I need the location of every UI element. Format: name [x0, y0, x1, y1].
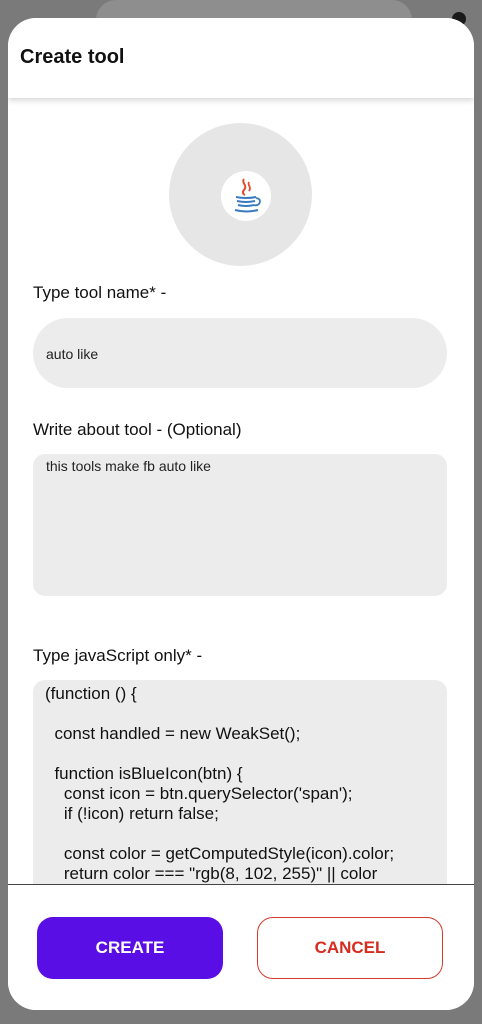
about-tool-label: Write about tool - (Optional): [33, 420, 242, 439]
tool-name-input[interactable]: auto like: [33, 318, 447, 388]
dialog-title: Create tool: [20, 46, 125, 68]
cancel-button[interactable]: CANCEL: [257, 917, 443, 979]
javascript-code-text: (function () { const handled = new WeakS…: [45, 684, 395, 883]
dialog-footer: CREATE CANCEL: [8, 884, 474, 1010]
dialog-header: Create tool: [8, 18, 474, 98]
about-tool-textarea[interactable]: this tools make fb auto like: [33, 454, 447, 596]
create-tool-dialog: Create tool Type tool name* - auto like: [8, 18, 474, 1010]
tool-name-label: Type tool name* -: [33, 283, 167, 302]
java-coffee-cup-icon: [221, 171, 271, 221]
javascript-label: Type javaScript only* -: [33, 646, 203, 665]
create-button[interactable]: CREATE: [37, 917, 223, 979]
javascript-code-editor[interactable]: (function () { const handled = new WeakS…: [33, 680, 447, 884]
dialog-content[interactable]: Type tool name* - auto like Write about …: [8, 98, 474, 884]
tool-avatar-picker[interactable]: [169, 123, 312, 266]
